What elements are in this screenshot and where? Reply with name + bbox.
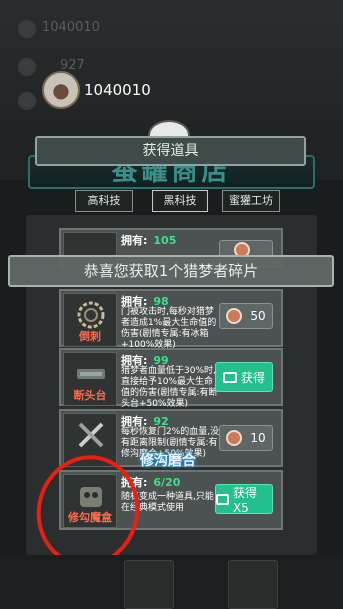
item-buy-button[interactable]: 50 <box>219 303 273 329</box>
player-id: 1040010 <box>84 81 151 99</box>
settings-icon[interactable] <box>18 58 36 76</box>
item-get-x5-button[interactable]: 获得 X5 <box>215 484 273 515</box>
item-card: 断头台 拥有: 99 猎梦者血量低于30%时,直接给予10%最大生命值的伤害(剧情… <box>59 348 283 409</box>
item-description: 猎梦者血量低于30%时,直接给予10%最大生命值的伤害(剧情专属:有断头台+50… <box>121 366 218 409</box>
wrench-tools-icon <box>78 422 104 448</box>
item-own: 拥有: 105 <box>121 234 177 247</box>
pig-face-icon: ● <box>42 71 80 109</box>
menu-icon[interactable] <box>18 20 36 38</box>
item-description: 门被攻击时,每秒对猎梦者造成1%最大生命值的伤害(剧情专属:有冰箱+100%效果… <box>121 307 217 350</box>
item-card: 倒刺 拥有: 98 门被攻击时,每秒对猎梦者造成1%最大生命值的伤害(剧情专属:有… <box>59 289 283 350</box>
player-info: ● 1040010 <box>42 71 151 109</box>
tab-high-tech[interactable]: 高科技 <box>75 190 133 212</box>
title-bar: 获得道具 <box>35 136 306 166</box>
barbed-wire-icon <box>77 301 105 329</box>
video-icon <box>222 371 237 383</box>
mail-icon[interactable] <box>18 92 36 110</box>
tab-black-tech[interactable]: 黑科技 <box>152 190 208 212</box>
video-icon <box>216 493 229 505</box>
item-icon: 断头台 <box>63 352 117 406</box>
item-get-button[interactable]: 获得 <box>215 362 273 392</box>
coin-icon <box>226 308 243 324</box>
item-name: 断头台 <box>73 389 107 402</box>
bottom-item[interactable] <box>228 560 278 609</box>
bottom-item[interactable] <box>124 560 174 609</box>
item-floating-label: 修沟磨合 <box>140 453 196 469</box>
item-name: 倒刺 <box>79 330 101 343</box>
shop-tabs: 高科技 黑科技 蜜獾工坊 <box>0 190 343 212</box>
tab-honey-badger-workshop[interactable]: 蜜獾工坊 <box>222 190 280 212</box>
item-icon: 倒刺 <box>63 293 117 347</box>
item-buy-button[interactable]: 10 <box>219 425 273 451</box>
background-player-id: 1040010 <box>42 20 100 35</box>
guillotine-icon <box>77 369 105 379</box>
reward-toast: 恭喜您获取1个猎梦者碎片 <box>8 255 334 287</box>
coin-icon <box>226 430 243 446</box>
